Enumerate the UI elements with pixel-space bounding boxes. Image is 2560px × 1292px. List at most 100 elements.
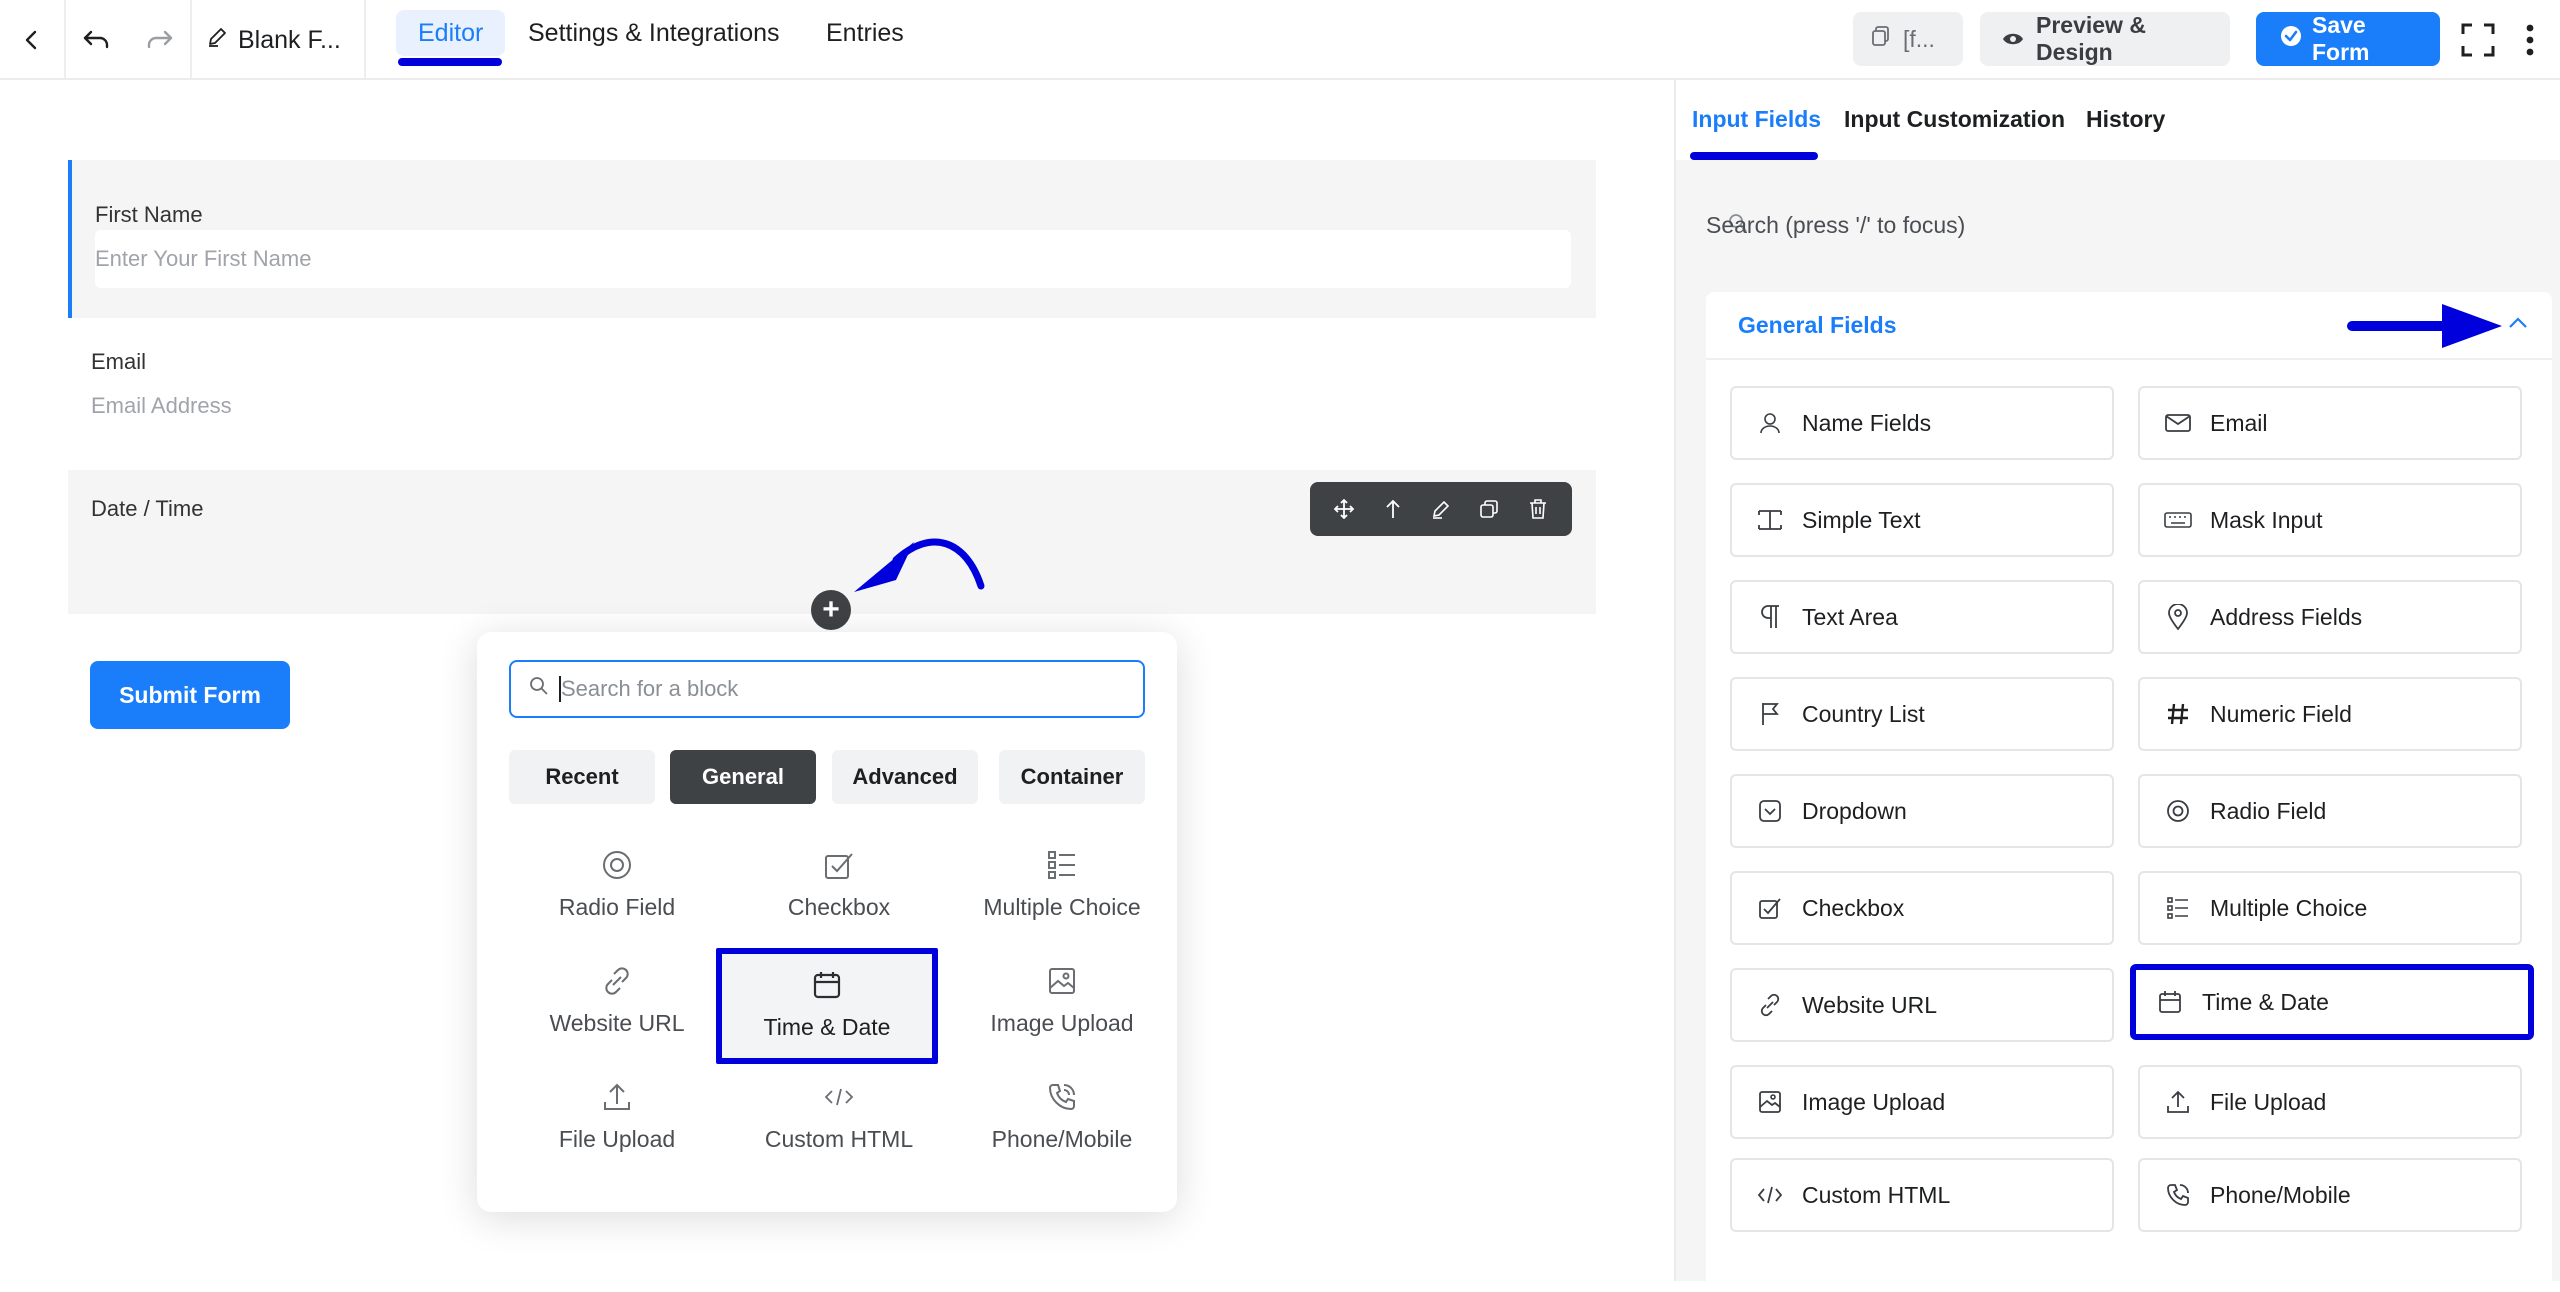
- upload-icon: [2164, 1088, 2192, 1116]
- popup-item-checkbox[interactable]: Checkbox: [728, 828, 950, 936]
- field-item-checkbox[interactable]: Checkbox: [1730, 871, 2114, 945]
- popup-tab-container[interactable]: Container: [999, 750, 1145, 804]
- fullscreen-icon[interactable]: [2456, 18, 2500, 62]
- map-pin-icon: [2164, 603, 2192, 631]
- field-item-time-date[interactable]: Time & Date: [2130, 964, 2534, 1040]
- save-form-button[interactable]: Save Form: [2256, 12, 2440, 66]
- text-cursor-icon: [1756, 506, 1784, 534]
- tab-entries[interactable]: Entries: [804, 10, 926, 56]
- field-item-phone-mobile[interactable]: Phone/Mobile: [2138, 1158, 2522, 1232]
- calendar-icon: [810, 968, 844, 1002]
- more-vertical-icon[interactable]: [2508, 18, 2552, 62]
- field-item-email[interactable]: Email: [2138, 386, 2522, 460]
- field-item-simple-text[interactable]: Simple Text: [1730, 483, 2114, 557]
- calendar-icon: [2156, 988, 2184, 1016]
- code-icon: [1756, 1181, 1784, 1209]
- edit-icon[interactable]: [1421, 489, 1461, 529]
- field-item-address-fields[interactable]: Address Fields: [2138, 580, 2522, 654]
- submit-form-button[interactable]: Submit Form: [90, 661, 290, 729]
- tab-input-customization[interactable]: Input Customization: [1844, 106, 2065, 133]
- list-icon: [1045, 848, 1079, 882]
- radio-icon: [600, 848, 634, 882]
- pencil-icon: [206, 26, 228, 55]
- phone-icon: [2164, 1181, 2192, 1209]
- checkbox-icon: [1756, 894, 1784, 922]
- flag-icon: [1756, 700, 1784, 728]
- email-label: Email: [91, 349, 147, 374]
- sidebar-tabs: Input Fields Input Customization History: [1676, 80, 2560, 160]
- form-title-text: Blank F...: [238, 25, 341, 54]
- block-search-input[interactable]: Search for a block: [509, 660, 1145, 718]
- annotation-underline-editor: [398, 58, 502, 66]
- image-icon: [1756, 1088, 1784, 1116]
- field-actions-toolbar: [1310, 482, 1572, 536]
- tab-editor[interactable]: Editor: [396, 10, 506, 56]
- first-name-input[interactable]: Enter Your First Name: [95, 230, 1571, 288]
- popup-item-image-upload[interactable]: Image Upload: [951, 944, 1173, 1052]
- image-icon: [1045, 964, 1079, 998]
- eye-icon: [2002, 26, 2024, 53]
- field-item-text-area[interactable]: Text Area: [1730, 580, 2114, 654]
- form-title[interactable]: Blank F...: [206, 22, 341, 58]
- arrow-up-icon[interactable]: [1373, 489, 1413, 529]
- field-item-custom-html[interactable]: Custom HTML: [1730, 1158, 2114, 1232]
- radio-icon: [2164, 797, 2192, 825]
- annotation-underline-input-fields: [1690, 152, 1818, 160]
- phone-icon: [1045, 1080, 1079, 1114]
- tab-input-fields[interactable]: Input Fields: [1692, 106, 1821, 133]
- field-item-mask-input[interactable]: Mask Input: [2138, 483, 2522, 557]
- popup-tab-advanced[interactable]: Advanced: [832, 750, 978, 804]
- field-item-country-list[interactable]: Country List: [1730, 677, 2114, 751]
- upload-icon: [600, 1080, 634, 1114]
- date-time-label: Date / Time: [91, 496, 204, 521]
- hash-icon: [2164, 700, 2192, 728]
- field-item-multiple-choice[interactable]: Multiple Choice: [2138, 871, 2522, 945]
- trash-icon[interactable]: [1518, 489, 1558, 529]
- popup-item-custom-html[interactable]: Custom HTML: [728, 1060, 950, 1168]
- keyboard-icon: [2164, 506, 2192, 534]
- checkbox-icon: [822, 848, 856, 882]
- envelope-icon: [2164, 409, 2192, 437]
- back-icon[interactable]: [10, 18, 54, 62]
- annotation-arrow: [2347, 304, 2502, 348]
- popup-tab-recent[interactable]: Recent: [509, 750, 655, 804]
- link-icon: [1756, 991, 1784, 1019]
- field-item-dropdown[interactable]: Dropdown: [1730, 774, 2114, 848]
- field-item-numeric-field[interactable]: Numeric Field: [2138, 677, 2522, 751]
- popup-item-website-url[interactable]: Website URL: [506, 944, 728, 1052]
- field-item-radio-field[interactable]: Radio Field: [2138, 774, 2522, 848]
- paragraph-icon: [1756, 603, 1784, 631]
- field-item-image-upload[interactable]: Image Upload: [1730, 1065, 2114, 1139]
- code-icon: [822, 1080, 856, 1114]
- link-icon: [600, 964, 634, 998]
- dropdown-icon: [1756, 797, 1784, 825]
- list-icon: [2164, 894, 2192, 922]
- block-picker-popup: Search for a block Recent General Advanc…: [477, 632, 1177, 1212]
- popup-item-time-date[interactable]: Time & Date: [716, 948, 938, 1064]
- field-item-name-fields[interactable]: Name Fields: [1730, 386, 2114, 460]
- tab-history[interactable]: History: [2086, 106, 2165, 133]
- preview-design-button[interactable]: Preview & Design: [1980, 12, 2230, 66]
- chevron-up-icon[interactable]: [2508, 316, 2528, 335]
- annotation-curved-arrow: [854, 538, 985, 592]
- search-icon: [529, 676, 549, 702]
- undo-icon[interactable]: [74, 18, 118, 62]
- popup-item-phone-mobile[interactable]: Phone/Mobile: [951, 1060, 1173, 1168]
- redo-icon[interactable]: [138, 18, 182, 62]
- field-item-file-upload[interactable]: File Upload: [2138, 1065, 2522, 1139]
- add-block-button[interactable]: +: [811, 590, 851, 630]
- email-input[interactable]: Email Address: [91, 388, 1571, 424]
- shortcode-button[interactable]: [f...: [1853, 12, 1963, 66]
- duplicate-icon[interactable]: [1469, 489, 1509, 529]
- plus-icon: +: [822, 593, 840, 626]
- tab-settings-integrations[interactable]: Settings & Integrations: [506, 10, 802, 56]
- user-icon: [1756, 409, 1784, 437]
- popup-item-radio-field[interactable]: Radio Field: [506, 828, 728, 936]
- move-icon[interactable]: [1324, 489, 1364, 529]
- fields-search-input[interactable]: Search (press '/' to focus): [1706, 190, 2552, 260]
- popup-tab-general[interactable]: General: [670, 750, 816, 804]
- field-item-website-url[interactable]: Website URL: [1730, 968, 2114, 1042]
- popup-item-file-upload[interactable]: File Upload: [506, 1060, 728, 1168]
- general-fields-header[interactable]: General Fields: [1706, 292, 2552, 360]
- popup-item-multiple-choice[interactable]: Multiple Choice: [951, 828, 1173, 936]
